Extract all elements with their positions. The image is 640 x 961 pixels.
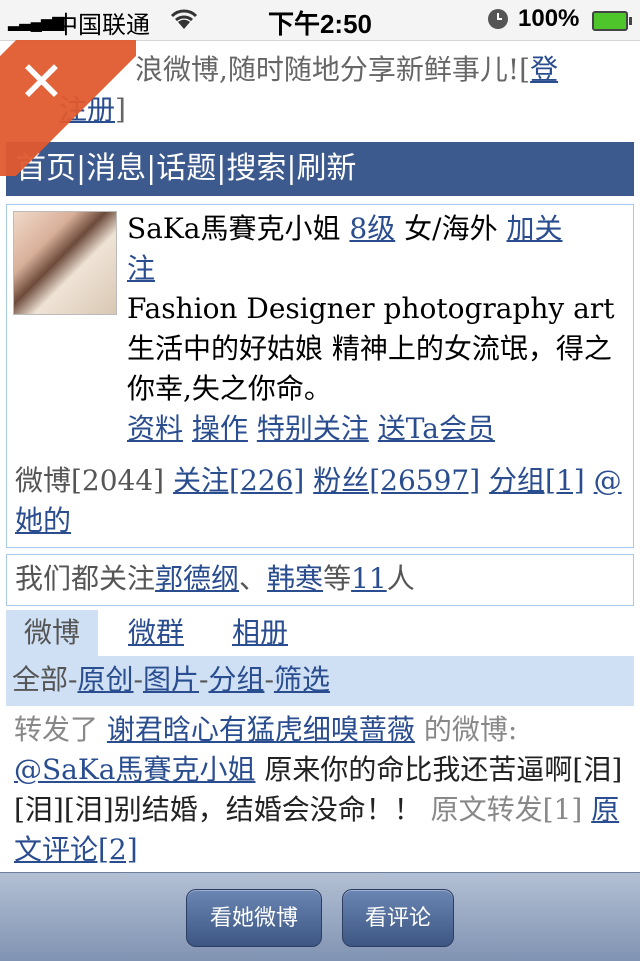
nav-refresh[interactable]: 刷新 bbox=[296, 151, 356, 186]
repost-label: 原文转发[1] bbox=[430, 793, 583, 826]
close-ribbon[interactable]: ✕ bbox=[0, 40, 136, 176]
original-author-link[interactable]: 谢君晗心有猛虎细嗅蔷薇 bbox=[107, 713, 415, 746]
groups-link[interactable]: 分组[1] bbox=[489, 464, 585, 497]
status-bar: ▂▃▄▅▆ 中国联通 下午2:50 100% bbox=[0, 0, 640, 41]
content-tabs: 微博 微群 相册 bbox=[6, 610, 634, 656]
common-user-1[interactable]: 郭德纲 bbox=[155, 562, 239, 595]
tab-weibo[interactable]: 微博 bbox=[6, 610, 98, 656]
profile-card: SaKa馬賽克小姐 8级 女/海外 加关 注 Fashion Designer … bbox=[6, 204, 634, 548]
clock-icon bbox=[486, 7, 510, 38]
gender-location: 女/海外 bbox=[404, 212, 498, 245]
view-her-weibo-button[interactable]: 看她微博 bbox=[186, 889, 322, 947]
follow-link-cont[interactable]: 注 bbox=[127, 252, 155, 285]
avatar[interactable] bbox=[13, 211, 117, 315]
mention-link[interactable]: @SaKa馬賽克小姐 bbox=[14, 753, 256, 786]
tab-groups[interactable]: 微群 bbox=[124, 610, 188, 656]
view-comments-button[interactable]: 看评论 bbox=[342, 889, 454, 947]
action-special-follow[interactable]: 特别关注 bbox=[257, 412, 369, 445]
weibo-post: 转发了 谢君晗心有猛虎细嗅蔷薇 的微博: @SaKa馬賽克小姐 原来你的命比我还… bbox=[14, 713, 623, 866]
profile-name: SaKa馬賽克小姐 bbox=[127, 212, 341, 245]
bottom-toolbar: 看她微博 看评论 bbox=[0, 872, 640, 961]
nav-search[interactable]: 搜索 bbox=[226, 151, 286, 186]
level-link[interactable]: 8级 bbox=[349, 212, 395, 245]
battery-icon bbox=[592, 11, 632, 31]
action-profile[interactable]: 资料 bbox=[127, 412, 183, 445]
filter-pictures[interactable]: 图片 bbox=[143, 663, 199, 696]
action-gift-vip[interactable]: 送Ta会员 bbox=[378, 412, 495, 445]
tab-album[interactable]: 相册 bbox=[228, 610, 292, 656]
weibo-count: 微博[2044] bbox=[15, 464, 165, 497]
fans-link[interactable]: 粉丝[26597] bbox=[313, 464, 480, 497]
nav-topics[interactable]: 话题 bbox=[156, 151, 216, 186]
filter-screen[interactable]: 筛选 bbox=[274, 663, 330, 696]
at-her-link[interactable]: @ bbox=[594, 464, 622, 497]
action-operate[interactable]: 操作 bbox=[192, 412, 248, 445]
filter-bar: 全部-原创-图片-分组-筛选 bbox=[6, 656, 634, 706]
battery-percent: 100% bbox=[518, 5, 580, 32]
profile-bio: Fashion Designer photography art 生活中的好姑娘… bbox=[127, 292, 615, 405]
following-link[interactable]: 关注[226] bbox=[173, 464, 304, 497]
at-her-link-cont[interactable]: 她的 bbox=[15, 504, 71, 537]
common-user-2[interactable]: 韩寒 bbox=[267, 562, 323, 595]
login-link[interactable]: 登 bbox=[530, 53, 558, 86]
profile-stats: 微博[2044] 关注[226] 粉丝[26597] 分组[1] @ 她的 bbox=[15, 461, 625, 541]
common-count-link[interactable]: 11 bbox=[351, 562, 387, 595]
filter-group[interactable]: 分组 bbox=[208, 663, 264, 696]
common-follow: 我们都关注郭德纲、韩寒等11人 bbox=[6, 554, 634, 606]
close-icon[interactable]: ✕ bbox=[18, 54, 65, 110]
follow-link[interactable]: 加关 bbox=[506, 212, 562, 245]
filter-original[interactable]: 原创 bbox=[77, 663, 133, 696]
profile-info: SaKa馬賽克小姐 8级 女/海外 加关 注 Fashion Designer … bbox=[127, 209, 622, 449]
